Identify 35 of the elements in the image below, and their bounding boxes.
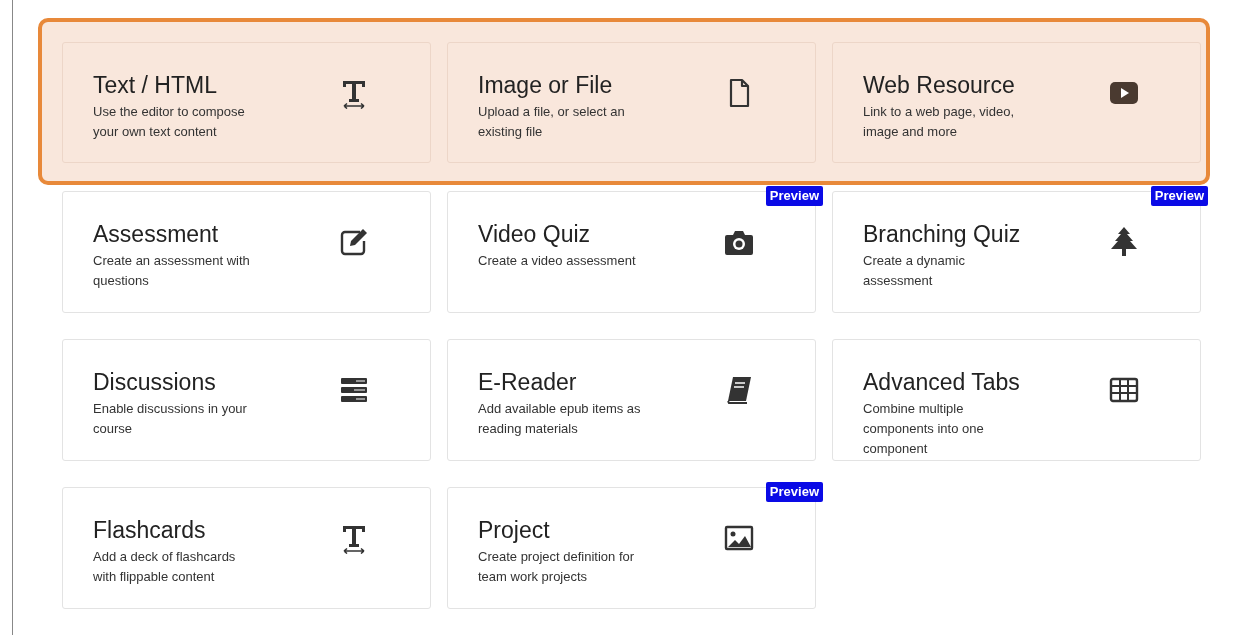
card-title: Branching Quiz bbox=[863, 220, 1022, 248]
card-description: Create a dynamic assessment bbox=[863, 252, 966, 290]
component-card[interactable]: Discussions Enable discussions in your course bbox=[62, 339, 431, 461]
card-description: Add available epub items as reading materials bbox=[478, 400, 642, 438]
card-title: Web Resource bbox=[863, 71, 1016, 99]
component-card[interactable]: Web Resource Link to a web page, video, image and more bbox=[832, 42, 1201, 163]
card-title: Image or File bbox=[478, 71, 614, 99]
tree-icon bbox=[1108, 226, 1140, 258]
card-description: Create a video assessment bbox=[478, 252, 637, 270]
card-title: Flashcards bbox=[93, 516, 207, 544]
card-description: Create project definition for team work projects bbox=[478, 548, 636, 586]
card-title: Assessment bbox=[93, 220, 220, 248]
component-card[interactable]: Text / HTML Use the editor to compose your own text content bbox=[62, 42, 431, 163]
component-card[interactable]: E-Reader Add available epub items as reading materials bbox=[447, 339, 816, 461]
card-title: Advanced Tabs bbox=[863, 368, 1021, 396]
preview-badge: Preview bbox=[1150, 186, 1208, 206]
card-description: Combine multiple components into one component bbox=[863, 400, 985, 458]
component-card[interactable]: Assessment Create an assessment with questions bbox=[62, 191, 431, 313]
card-description: Create an assessment with questions bbox=[93, 252, 251, 290]
component-card[interactable]: Flashcards Add a deck of flashcards with flippable content bbox=[62, 487, 431, 609]
component-card[interactable]: Advanced Tabs Combine multiple components into one component bbox=[832, 339, 1201, 461]
card-title: Project bbox=[478, 516, 551, 544]
card-description: Upload a file, or select an existing file bbox=[478, 103, 626, 141]
card-title: E-Reader bbox=[478, 368, 578, 396]
preview-badge: Preview bbox=[765, 482, 823, 502]
card-description: Link to a web page, video, image and more bbox=[863, 103, 1016, 141]
card-title: Text / HTML bbox=[93, 71, 218, 99]
card-description: Add a deck of flashcards with flippable content bbox=[93, 548, 237, 586]
card-title: Discussions bbox=[93, 368, 217, 396]
card-title: Video Quiz bbox=[478, 220, 592, 248]
card-description: Enable discussions in your course bbox=[93, 400, 248, 438]
edit-icon bbox=[338, 226, 370, 258]
card-description: Use the editor to compose your own text content bbox=[93, 103, 246, 141]
preview-badge: Preview bbox=[765, 186, 823, 206]
component-card[interactable]: Image or File Upload a file, or select an existing file bbox=[447, 42, 816, 163]
